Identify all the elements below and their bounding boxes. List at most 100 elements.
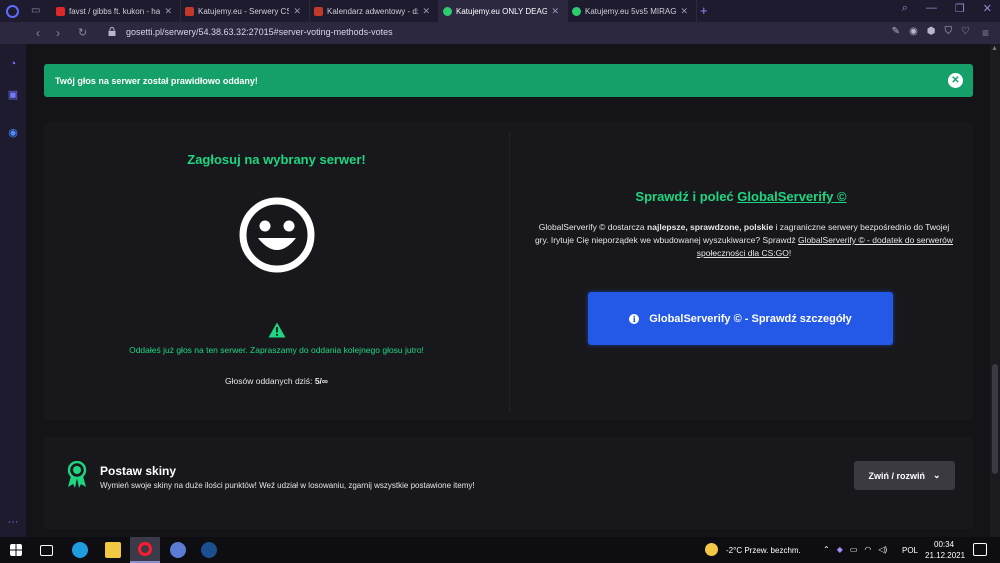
- address-bar: ‹ › ↻ gosetti.pl/serwery/54.38.63.32:270…: [0, 22, 1000, 44]
- battery-icon[interactable]: ▭: [850, 545, 858, 554]
- globalserverify-details-button[interactable]: i GlobalServerify © - Sprawdź szczegóły: [588, 292, 893, 345]
- language-indicator[interactable]: POL: [902, 546, 918, 555]
- wifi-icon[interactable]: ◠: [864, 545, 871, 554]
- success-alert: Twój głos na serwer został prawidłowo od…: [44, 64, 973, 97]
- opera-logo-icon[interactable]: [6, 5, 19, 18]
- maximize-icon[interactable]: ❐: [955, 2, 965, 15]
- minimize-icon[interactable]: —: [926, 2, 937, 15]
- task-view-icon[interactable]: [40, 545, 53, 556]
- back-icon[interactable]: ‹: [36, 26, 40, 40]
- tab-list: favst / gibbs ft. kukon - hał ✕ Katujemy…: [52, 0, 697, 22]
- tab-close-icon[interactable]: ✕: [293, 6, 301, 17]
- gs-title-link[interactable]: GlobalServerify ©: [737, 189, 846, 204]
- close-window-icon[interactable]: ✕: [983, 2, 992, 15]
- vote-count: Głosów oddanych dziś: 5/∞: [44, 376, 509, 386]
- panel-divider: [509, 132, 510, 412]
- url-field[interactable]: gosetti.pl/serwery/54.38.63.32:27015#ser…: [126, 27, 393, 37]
- opera-taskbar-button[interactable]: [130, 537, 160, 563]
- system-tray: ⌃ ◆ ▭ ◠ ◁): [823, 545, 887, 554]
- volume-icon[interactable]: ◁): [878, 545, 887, 554]
- tab-close-icon[interactable]: ✕: [680, 6, 688, 17]
- more-icon[interactable]: ···: [6, 516, 20, 530]
- clock-date[interactable]: 21.12.2021: [925, 551, 965, 560]
- tab-favicon-icon: [443, 6, 452, 16]
- tab-2[interactable]: Kalendarz adwentowy - dz ✕: [310, 0, 439, 22]
- shopping-bag-icon[interactable]: ▣: [6, 88, 20, 102]
- vote-count-value: 5/∞: [314, 376, 328, 386]
- gs-desc-part-1: GlobalServerify © dostarcza: [538, 222, 645, 232]
- tab-title: Katujemy.eu 5vs5 MIRAGE: [585, 6, 677, 16]
- alert-message: Twój głos na serwer został prawidłowo od…: [55, 75, 258, 86]
- notifications-icon[interactable]: [973, 543, 987, 556]
- tab-close-icon[interactable]: ✕: [551, 6, 559, 17]
- search-tabs-icon[interactable]: ⌕: [902, 2, 908, 15]
- address-bar-actions: ✎ ◉ ⬢ ⛉ ♡: [892, 26, 970, 37]
- info-icon: i: [629, 313, 640, 324]
- skins-title: Postaw skiny: [100, 464, 177, 478]
- tab-title: Katujemy.eu ONLY DEAGLE: [456, 6, 548, 16]
- new-tab-button[interactable]: +: [700, 3, 708, 18]
- tab-4[interactable]: Katujemy.eu 5vs5 MIRAGE ✕: [568, 0, 697, 22]
- globalserverify-title: Sprawdź i poleć GlobalServerify ©: [509, 189, 973, 204]
- reload-icon[interactable]: ↻: [78, 26, 87, 39]
- tab-close-icon[interactable]: ✕: [422, 6, 430, 17]
- vote-panel: Zagłosuj na wybrany serwer! Oddałeś już …: [44, 122, 973, 420]
- vote-title: Zagłosuj na wybrany serwer!: [187, 152, 366, 167]
- gs-desc-bold: najlepsze, sprawdzone, polskie: [647, 222, 774, 232]
- forward-icon[interactable]: ›: [56, 26, 60, 40]
- heart-icon[interactable]: ♡: [961, 26, 970, 37]
- browser-sidebar: ◔ ▣ ◉ ···: [0, 44, 26, 537]
- collapse-toggle-button[interactable]: Zwiń / rozwiń ⌄: [854, 461, 955, 490]
- weather-moon-icon[interactable]: [705, 543, 718, 556]
- gs-title-prefix: Sprawdź i poleć: [635, 189, 734, 204]
- award-ribbon-icon: [67, 461, 87, 488]
- toggle-label: Zwiń / rozwiń: [868, 470, 925, 481]
- window-controls: ⌕ — ❐ ✕: [902, 2, 992, 15]
- file-explorer-icon[interactable]: [105, 542, 121, 558]
- tab-title: Kalendarz adwentowy - dz: [327, 6, 419, 16]
- tab-menu-icon[interactable]: ▭: [31, 5, 45, 17]
- scroll-thumb[interactable]: [992, 364, 998, 474]
- tab-favicon-icon: [56, 6, 65, 16]
- skins-panel: Postaw skiny Wymień swoje skiny na duże …: [44, 437, 973, 529]
- vote-message: Oddałeś już głos na ten serwer. Zaprasza…: [129, 345, 424, 355]
- page-scrollbar[interactable]: ▲: [990, 44, 1000, 537]
- tray-app-icon[interactable]: ◆: [837, 545, 843, 554]
- edit-icon[interactable]: ✎: [892, 26, 900, 37]
- tab-title: Katujemy.eu - Serwery CS: [198, 6, 290, 16]
- speed-dial-icon[interactable]: ◔: [6, 58, 20, 72]
- page-content: Twój głos na serwer został prawidłowo od…: [26, 44, 990, 537]
- scroll-up-icon[interactable]: ▲: [991, 45, 998, 52]
- app-icon[interactable]: [170, 542, 186, 558]
- tray-chevron-icon[interactable]: ⌃: [823, 545, 830, 554]
- chevron-down-icon: ⌄: [932, 470, 941, 480]
- clock-time[interactable]: 00:34: [934, 540, 954, 549]
- steam-icon[interactable]: [201, 542, 217, 558]
- tab-favicon-icon: [185, 6, 194, 16]
- tab-title: favst / gibbs ft. kukon - hał: [69, 6, 161, 16]
- shield-icon[interactable]: ⛉: [945, 26, 953, 37]
- smiley-icon: [239, 197, 315, 273]
- windows-taskbar: -2°C Przew. bezchm. ⌃ ◆ ▭ ◠ ◁) POL 00:34…: [0, 537, 1000, 563]
- tab-favicon-icon: [572, 6, 581, 16]
- tab-favicon-icon: [314, 6, 323, 16]
- alert-close-icon[interactable]: ✕: [948, 73, 963, 88]
- easy-setup-icon[interactable]: ≡: [982, 26, 989, 40]
- messenger-icon[interactable]: ◉: [6, 126, 20, 140]
- globalserverify-description: GlobalServerify © dostarcza najlepsze, s…: [534, 221, 954, 260]
- gs-button-label: GlobalServerify © - Sprawdź szczegóły: [649, 312, 852, 325]
- edge-icon[interactable]: [72, 542, 88, 558]
- tab-close-icon[interactable]: ✕: [164, 6, 172, 17]
- tab-1[interactable]: Katujemy.eu - Serwery CS ✕: [181, 0, 310, 22]
- windows-start-icon[interactable]: [10, 544, 22, 556]
- vote-count-label: Głosów oddanych dziś:: [225, 376, 313, 386]
- gs-desc-end: !: [788, 248, 792, 258]
- vpn-icon[interactable]: ⬢: [927, 26, 936, 37]
- warning-icon: [268, 322, 286, 338]
- tab-0[interactable]: favst / gibbs ft. kukon - hał ✕: [52, 0, 181, 22]
- weather-text[interactable]: -2°C Przew. bezchm.: [726, 546, 801, 555]
- lock-icon: [108, 27, 116, 36]
- tab-3[interactable]: Katujemy.eu ONLY DEAGLE ✕: [439, 0, 568, 22]
- snapshot-icon[interactable]: ◉: [909, 26, 918, 37]
- browser-tab-strip: ▭ favst / gibbs ft. kukon - hał ✕ Katuje…: [0, 0, 1000, 22]
